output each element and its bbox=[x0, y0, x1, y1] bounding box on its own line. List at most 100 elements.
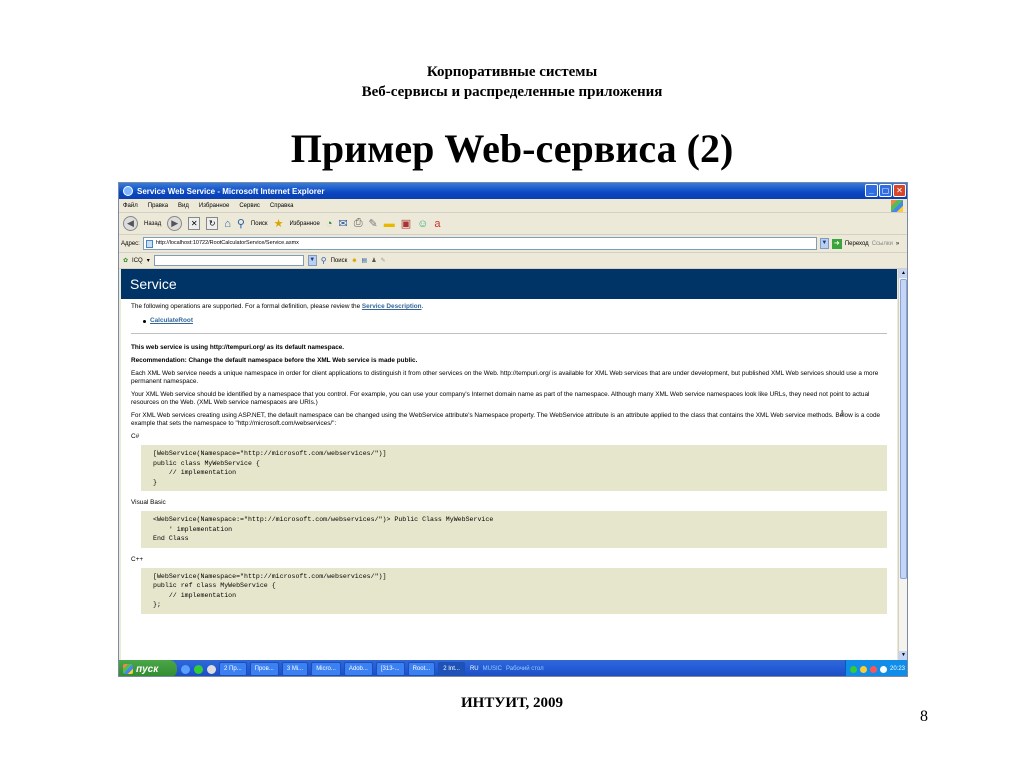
slide-header: Корпоративные системы Веб-сервисы и расп… bbox=[0, 62, 1024, 102]
address-url: http://localhost:10722/RootCalculatorSer… bbox=[155, 240, 299, 246]
task-button[interactable]: 2 Пр... bbox=[219, 662, 247, 676]
scroll-up-icon[interactable]: ▲ bbox=[899, 269, 907, 278]
search-icon[interactable]: ⚲ bbox=[237, 217, 245, 230]
paragraph-2: Your XML Web service should be identifie… bbox=[131, 391, 870, 406]
address-dropdown-icon[interactable]: ▼ bbox=[819, 238, 829, 249]
back-arrow-icon[interactable]: ◀ bbox=[123, 216, 138, 231]
search-button[interactable]: Поиск bbox=[331, 258, 348, 264]
task-button[interactable]: [313-... bbox=[375, 662, 405, 676]
system-tray: 20:23 bbox=[844, 660, 907, 676]
scroll-down-icon[interactable]: ▼ bbox=[899, 651, 907, 660]
task-button-active[interactable]: 2 Int... bbox=[438, 662, 465, 676]
print-icon[interactable]: ⎙ bbox=[354, 217, 363, 230]
code-vb: <WebService(Namespace:="http://microsoft… bbox=[141, 511, 887, 548]
history-icon[interactable]: ◔ bbox=[326, 218, 333, 230]
language-indicator[interactable]: RU bbox=[470, 666, 479, 672]
quicklaunch-icq-icon[interactable] bbox=[194, 664, 203, 674]
translate-icon[interactable]: a bbox=[434, 218, 440, 230]
slide-footer: ИНТУИТ, 2009 bbox=[460, 695, 564, 711]
maximize-button[interactable]: ▢ bbox=[879, 184, 892, 197]
icq-flower-icon: ✿ bbox=[123, 258, 129, 264]
chevron-down-icon[interactable]: ▾ bbox=[147, 257, 150, 264]
menu-file[interactable]: Файл bbox=[123, 203, 138, 209]
stop-icon[interactable]: ✕ bbox=[188, 217, 201, 230]
quicklaunch-ie-icon[interactable] bbox=[181, 664, 190, 674]
service-body: The following operations are supported. … bbox=[121, 299, 897, 614]
code-csharp: [WebService(Namespace="http://microsoft.… bbox=[141, 445, 887, 491]
desktop-label[interactable]: Рабочий стол bbox=[506, 666, 544, 672]
window-title: Service Web Service - Microsoft Internet… bbox=[137, 186, 325, 196]
slide-title: Пример Web-сервиса (2) bbox=[290, 126, 734, 171]
paragraph-1: Each XML Web service needs a unique name… bbox=[131, 370, 879, 385]
chevron-right-icon[interactable]: » bbox=[896, 241, 899, 247]
task-button[interactable]: 3 Mi... bbox=[281, 662, 309, 676]
music-label[interactable]: MUSIC bbox=[483, 666, 502, 672]
lang-vb-label: Visual Basic bbox=[131, 499, 166, 506]
edit-icon[interactable]: ✎ bbox=[369, 217, 378, 230]
toolbar-search-input[interactable] bbox=[153, 255, 304, 266]
tray-volume-icon[interactable] bbox=[879, 665, 887, 673]
recommendation: Recommendation: Change the default names… bbox=[131, 357, 418, 364]
start-button[interactable]: пуск bbox=[119, 660, 177, 676]
namespace-notice: This web service is using http://tempuri… bbox=[131, 344, 345, 351]
window-controls: _ ▢ ✕ bbox=[865, 184, 906, 197]
task-button[interactable]: Micro... bbox=[311, 662, 341, 676]
vertical-scrollbar[interactable]: ▲ ▼ bbox=[898, 269, 907, 660]
menu-view[interactable]: Вид bbox=[178, 203, 189, 209]
divider bbox=[131, 333, 887, 334]
messenger-icon[interactable]: ☺ bbox=[417, 218, 428, 230]
header-line-1: Корпоративные системы bbox=[426, 64, 598, 80]
search-icon[interactable]: ⚲ bbox=[321, 256, 327, 265]
back-label[interactable]: Назад bbox=[144, 221, 161, 227]
menu-edit[interactable]: Правка bbox=[148, 203, 168, 209]
minimize-button[interactable]: _ bbox=[865, 184, 878, 197]
task-button[interactable]: Пров... bbox=[249, 662, 279, 676]
scroll-thumb[interactable] bbox=[900, 279, 907, 579]
go-arrow-icon[interactable]: ➜ bbox=[831, 238, 842, 249]
search-dropdown-icon[interactable]: ▼ bbox=[307, 255, 317, 266]
tray-antivirus-icon[interactable] bbox=[869, 665, 877, 673]
address-bar: Адрес: http://localhost:10722/RootCalcul… bbox=[119, 235, 907, 253]
search-label[interactable]: Поиск bbox=[251, 221, 268, 227]
menu-tools[interactable]: Сервис bbox=[239, 203, 260, 209]
windows-logo-icon bbox=[123, 664, 133, 674]
clock: 20:23 bbox=[889, 666, 905, 672]
mail-icon[interactable]: ✉ bbox=[339, 217, 348, 230]
taskbar: пуск 2 Пр... Пров... 3 Mi... Micro... Ad… bbox=[119, 660, 907, 676]
intro-suffix: . bbox=[421, 303, 424, 310]
icq-label[interactable]: ICQ bbox=[132, 258, 143, 264]
home-icon[interactable]: ⌂ bbox=[224, 218, 231, 230]
refresh-icon[interactable]: ↻ bbox=[206, 217, 219, 230]
links-button[interactable]: Ссылки bbox=[872, 241, 893, 247]
favorites-star-icon[interactable]: ★ bbox=[274, 217, 284, 230]
browser-toolbar: ◀ Назад ▶ ✕ ↻ ⌂ ⚲ Поиск ★ Избранное ◔ ✉ … bbox=[119, 213, 907, 235]
menu-favorites[interactable]: Избранное bbox=[199, 203, 229, 209]
address-label: Адрес: bbox=[121, 240, 140, 247]
address-input[interactable]: http://localhost:10722/RootCalculatorSer… bbox=[142, 237, 817, 250]
user-icon[interactable]: ♟ bbox=[371, 257, 376, 264]
service-description-link[interactable]: Service Description bbox=[362, 303, 422, 310]
service-header: Service bbox=[121, 269, 897, 299]
favorites-label[interactable]: Избранное bbox=[289, 221, 319, 227]
text-cursor-icon: I bbox=[841, 409, 844, 418]
tray-network-icon[interactable] bbox=[859, 665, 867, 673]
window-titlebar[interactable]: Service Web Service - Microsoft Internet… bbox=[119, 183, 907, 199]
smiley-icon[interactable]: ☻ bbox=[351, 258, 357, 264]
folder-icon[interactable]: ▬ bbox=[384, 218, 395, 230]
bullet-icon bbox=[143, 319, 146, 323]
forward-arrow-icon[interactable]: ▶ bbox=[167, 216, 183, 231]
go-button[interactable]: Переход bbox=[845, 241, 869, 247]
task-button[interactable]: Adob... bbox=[343, 662, 373, 676]
quicklaunch-media-icon[interactable] bbox=[207, 664, 216, 674]
close-button[interactable]: ✕ bbox=[893, 184, 906, 197]
links-toolbar: ✿ ICQ ▾ ▼ ⚲ Поиск ☻ ▤ ♟ ✎ bbox=[119, 253, 907, 269]
news-icon[interactable]: ▤ bbox=[362, 257, 368, 264]
research-icon[interactable]: ▣ bbox=[401, 217, 411, 230]
page-content: Service The following operations are sup… bbox=[121, 269, 897, 660]
operation-link-calculate-root[interactable]: CalculateRoot bbox=[150, 317, 193, 325]
menu-help[interactable]: Справка bbox=[270, 203, 294, 209]
task-button[interactable]: Root... bbox=[407, 662, 436, 676]
tray-icq-icon[interactable] bbox=[849, 665, 857, 673]
header-line-2: Веб-сервисы и распределенные приложения bbox=[361, 84, 663, 100]
pencil-icon[interactable]: ✎ bbox=[381, 257, 386, 264]
